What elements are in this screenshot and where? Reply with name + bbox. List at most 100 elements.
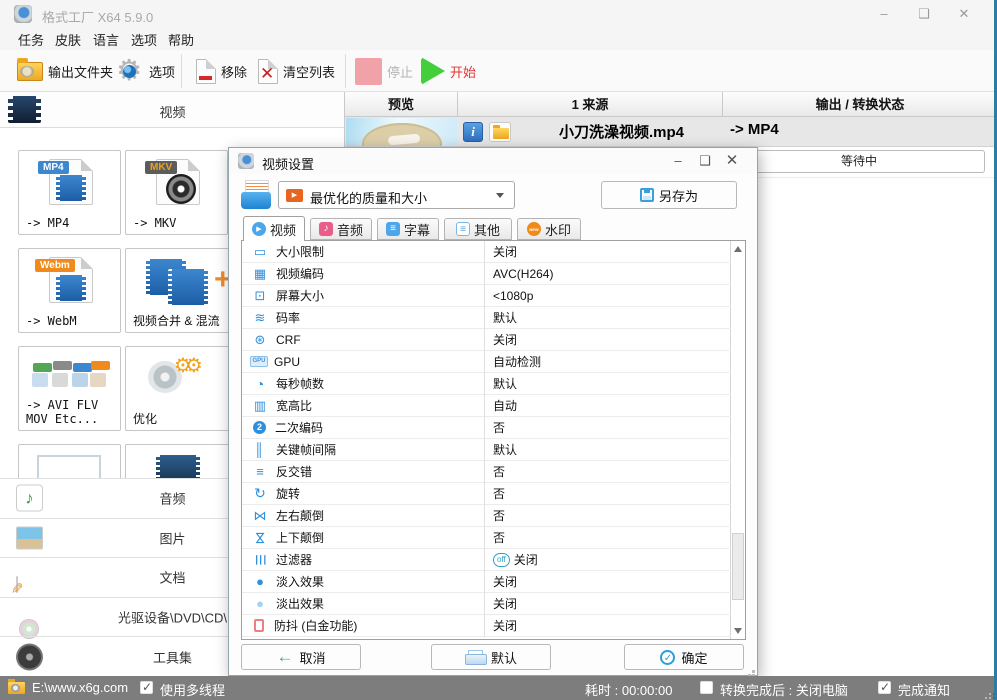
setting-row[interactable]: ⋈ 上下颠倒 否 — [242, 526, 731, 549]
stop-button[interactable]: 停止 — [355, 50, 413, 92]
col-preview[interactable]: 预览 — [345, 92, 458, 117]
setting-value-cell[interactable]: 否 — [485, 461, 731, 483]
maximize-button[interactable]: ❑ — [910, 4, 938, 24]
save-as-button[interactable]: 另存为 — [601, 181, 737, 209]
preset-dropdown[interactable]: ▶ 最优化的质量和大小 — [278, 181, 515, 209]
close-button[interactable]: ✕ — [950, 4, 978, 24]
dialog-maximize-button[interactable]: ❑ — [694, 151, 716, 171]
menu-skin[interactable]: 皮肤 — [55, 30, 81, 49]
setting-value: 关闭 — [493, 245, 518, 259]
setting-value-cell[interactable]: 关闭 — [485, 571, 731, 593]
menu-language[interactable]: 语言 — [93, 30, 119, 49]
setting-value-cell[interactable]: AVC(H264) — [485, 263, 731, 285]
setting-value-cell[interactable]: off 关闭 — [485, 549, 731, 571]
setting-row[interactable]: ≋ 码率 默认 — [242, 306, 731, 329]
setting-label-cell: 防抖 (白金功能) — [242, 614, 485, 637]
setting-value: 否 — [493, 487, 506, 501]
setting-value-cell[interactable]: 默认 — [485, 373, 731, 395]
col-output-status[interactable]: 输出 / 转换状态 — [723, 92, 994, 117]
tab-watermark[interactable]: 水印 — [517, 218, 581, 240]
notify-checkbox[interactable] — [878, 680, 891, 694]
open-folder-button[interactable] — [489, 122, 511, 142]
setting-row[interactable]: ↻ 旋转 否 — [242, 482, 731, 505]
cd-icon — [166, 174, 196, 204]
output-path[interactable]: E:\www.x6g.com — [32, 680, 128, 695]
card-to-mkv[interactable]: MKV -> MKV — [125, 150, 228, 235]
setting-row[interactable]: ▭ 大小限制 关闭 — [242, 240, 731, 263]
card-to-avi-flv-mov[interactable]: -> AVI FLV MOV Etc... — [18, 346, 121, 431]
setting-row[interactable]: ▦ 视频编码 AVC(H264) — [242, 262, 731, 285]
card-to-webm[interactable]: Webm -> WebM — [18, 248, 121, 333]
card-optimize[interactable]: ⚙⚙ 优化 — [125, 346, 232, 431]
menu-task[interactable]: 任务 — [18, 30, 44, 49]
options-button[interactable]: ⚙ 选项 — [114, 50, 175, 92]
col-source[interactable]: 1 来源 — [458, 92, 723, 117]
menu-help[interactable]: 帮助 — [168, 30, 194, 49]
setting-name: 防抖 (白金功能) — [274, 619, 358, 633]
setting-value-cell[interactable]: <1080p — [485, 285, 731, 307]
setting-value-cell[interactable]: 自动 — [485, 395, 731, 417]
other-tab-icon — [455, 222, 470, 236]
output-folder-button[interactable]: 输出文件夹 — [17, 50, 113, 92]
setting-row[interactable]: ◔ 每秒帧数 默认 — [242, 372, 731, 395]
setting-row[interactable]: ⊡ 屏幕大小 <1080p — [242, 284, 731, 307]
setting-value-cell[interactable]: 关闭 — [485, 329, 731, 351]
video-category-header[interactable]: 视频 — [0, 92, 344, 128]
setting-row[interactable]: ≡ 反交错 否 — [242, 460, 731, 483]
queue-row[interactable]: i 小刀洗澡视频.mp4 -> MP4 — [345, 117, 994, 147]
setting-value-cell[interactable]: 否 — [485, 483, 731, 505]
info-button[interactable]: i — [463, 122, 483, 142]
bitrate-icon: ≋ — [254, 309, 266, 325]
setting-row[interactable]: ● 淡出效果 关闭 — [242, 592, 731, 615]
setting-row[interactable]: 防抖 (白金功能) 关闭 — [242, 614, 731, 637]
setting-value-cell[interactable]: 关闭 — [485, 593, 731, 615]
setting-row[interactable]: ● 淡入效果 关闭 — [242, 570, 731, 593]
save-as-label: 另存为 — [658, 188, 698, 204]
minimize-button[interactable]: – — [870, 4, 898, 24]
remove-label: 移除 — [221, 64, 248, 80]
setting-value-cell[interactable]: 否 — [485, 527, 731, 549]
multithread-checkbox[interactable] — [140, 680, 153, 694]
clear-list-button[interactable]: 清空列表 — [258, 50, 335, 92]
setting-row[interactable]: ▥ 宽高比 自动 — [242, 394, 731, 417]
setting-row[interactable]: 2 二次编码 否 — [242, 416, 731, 439]
setting-value-cell[interactable]: 关闭 — [485, 615, 731, 637]
setting-value-cell[interactable]: 默认 — [485, 439, 731, 461]
cancel-button[interactable]: ← 取消 — [241, 644, 361, 670]
setting-row[interactable]: GPU GPU 自动检测 — [242, 350, 731, 373]
scrollbar-thumb[interactable] — [732, 533, 744, 600]
settings-list: ▭ 大小限制 关闭 ▦ 视频编码 AVC(H264) ⊡ 屏幕大小 <1080p ≋ 码率 默认 ⊛ CR… — [241, 240, 746, 640]
dialog-close-button[interactable]: ✕ — [721, 151, 743, 171]
tab-audio[interactable]: 音频 — [310, 218, 372, 240]
setting-name: 宽高比 — [276, 399, 313, 413]
tab-other[interactable]: 其他 — [444, 218, 512, 240]
setting-row[interactable]: ⋈ 左右颠倒 否 — [242, 504, 731, 527]
setting-value-cell[interactable]: 否 — [485, 505, 731, 527]
setting-row[interactable]: ⊛ CRF 关闭 — [242, 328, 731, 351]
ok-button[interactable]: ✓ 确定 — [624, 644, 744, 670]
mkv-badge: MKV — [145, 161, 178, 174]
setting-value-cell[interactable]: 自动检测 — [485, 351, 731, 373]
card-to-mp4[interactable]: MP4 -> MP4 — [18, 150, 121, 235]
shutdown-after-checkbox[interactable] — [700, 681, 713, 694]
remove-button[interactable]: 移除 — [196, 50, 247, 92]
setting-value-cell[interactable]: 默认 — [485, 307, 731, 329]
tab-video[interactable]: 视频 — [243, 216, 305, 241]
card-partial-2[interactable] — [125, 444, 232, 478]
dialog-minimize-button[interactable]: – — [667, 151, 689, 171]
card-video-merge-mux[interactable]: + 视频合并 & 混流 — [125, 248, 232, 333]
menu-options[interactable]: 选项 — [131, 30, 157, 49]
start-button[interactable]: 开始 — [421, 50, 476, 92]
scroll-up-icon[interactable] — [734, 246, 742, 252]
setting-row[interactable]: ☰ 过滤器 off 关闭 — [242, 548, 731, 571]
scroll-down-icon[interactable] — [734, 628, 742, 634]
scrollbar[interactable] — [730, 241, 745, 639]
setting-label-cell: ● 淡入效果 — [242, 570, 485, 593]
setting-row[interactable]: ║ 关键帧间隔 默认 — [242, 438, 731, 461]
resize-grip[interactable] — [752, 670, 755, 673]
default-button[interactable]: 默认 — [431, 644, 551, 670]
setting-value-cell[interactable]: 关闭 — [485, 241, 731, 263]
setting-value-cell[interactable]: 否 — [485, 417, 731, 439]
card-partial-1[interactable] — [18, 444, 121, 478]
tab-subtitle[interactable]: 字幕 — [377, 218, 439, 240]
